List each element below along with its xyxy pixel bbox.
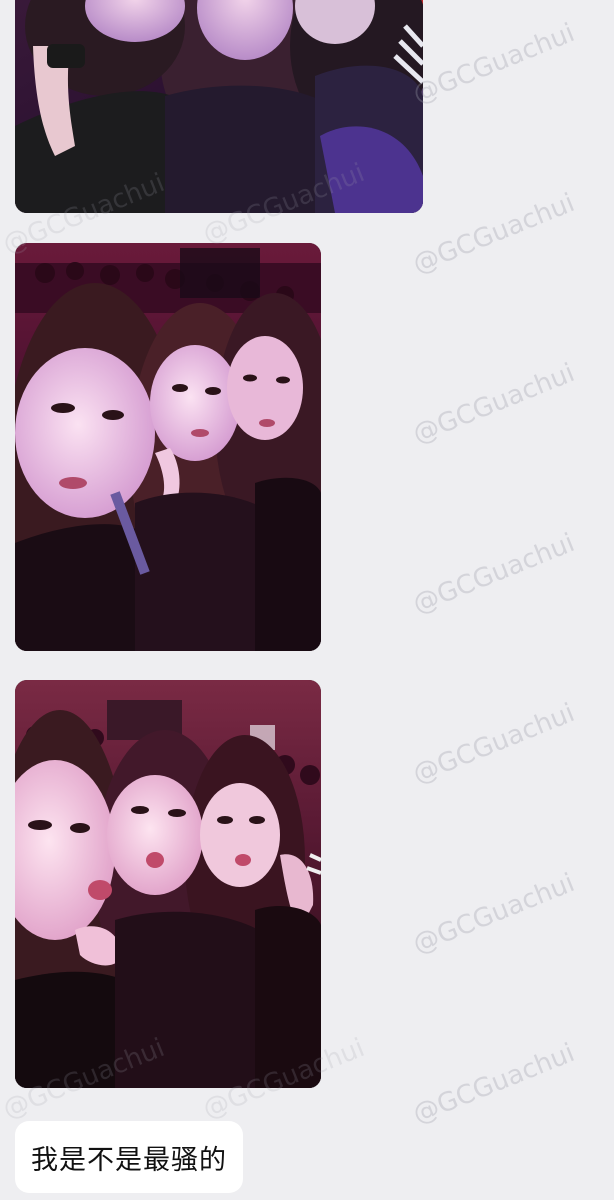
watermark: @GCGuachui: [408, 1037, 579, 1130]
watermark: @GCGuachui: [408, 187, 579, 280]
message-text: 我是不是最骚的: [31, 1144, 227, 1176]
photo-1-image: [15, 0, 423, 213]
selfie-photo-1[interactable]: [15, 0, 423, 213]
selfie-photo-2[interactable]: [15, 243, 321, 651]
selfie-photo-3[interactable]: [15, 680, 321, 1088]
watermark: @GCGuachui: [408, 697, 579, 790]
watermark: @GCGuachui: [408, 867, 579, 960]
watermark: @GCGuachui: [408, 357, 579, 450]
photo-2-image: [15, 243, 321, 651]
photo-3-image: [15, 680, 321, 1088]
watermark: @GCGuachui: [408, 17, 579, 110]
chat-message-list: 我是不是最骚的 @GCGuachui @GCGuachui @GCGuachui…: [0, 0, 614, 1200]
watermark: @GCGuachui: [408, 527, 579, 620]
message-bubble[interactable]: 我是不是最骚的: [15, 1121, 243, 1193]
